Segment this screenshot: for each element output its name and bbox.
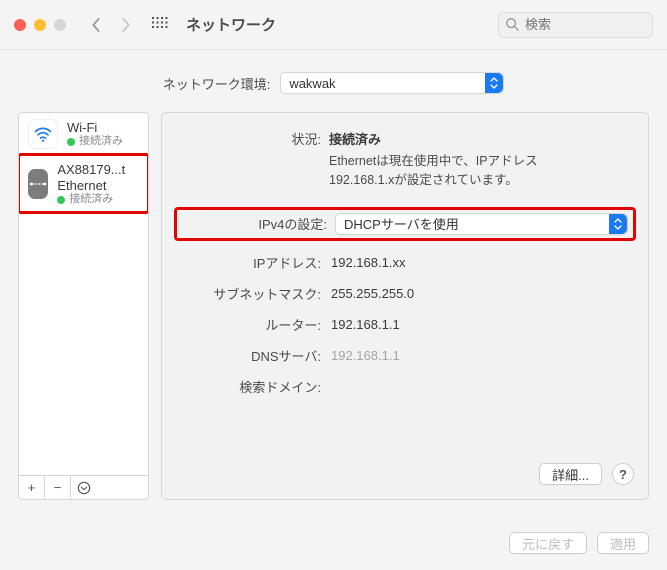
interface-actions-button[interactable]: [71, 476, 97, 499]
row-label: DNSサーバ:: [176, 346, 321, 365]
row-value: 192.168.1.xx: [331, 255, 405, 270]
ethernet-icon: [28, 169, 48, 199]
show-all-button[interactable]: [148, 13, 172, 37]
ipv4-config-value: DHCPサーバを使用: [344, 214, 459, 233]
ipv4-row-highlight: IPv4の設定: DHCPサーバを使用: [176, 209, 634, 239]
sidebar-item-wifi[interactable]: Wi-Fi 接続済み: [19, 113, 148, 155]
remove-interface-button[interactable]: −: [45, 476, 71, 499]
close-window-button[interactable]: [14, 19, 26, 31]
apply-button[interactable]: 適用: [597, 532, 649, 554]
revert-button[interactable]: 元に戻す: [509, 532, 587, 554]
row-search-domain: 検索ドメイン:: [176, 377, 634, 396]
location-label: ネットワーク環境:: [163, 74, 271, 93]
nav-buttons: [84, 13, 138, 37]
minimize-window-button[interactable]: [34, 19, 46, 31]
row-dns: DNSサーバ: 192.168.1.1: [176, 346, 634, 365]
sidebar-item-status: 接続済み: [57, 193, 139, 206]
row-router: ルーター: 192.168.1.1: [176, 315, 634, 334]
main-body: Wi-Fi 接続済み AX88179...t Ethernet: [0, 112, 667, 518]
status-dot-icon: [67, 138, 75, 146]
network-preferences-window: ネットワーク ネットワーク環境: wakwak: [0, 0, 667, 570]
toolbar: ネットワーク: [0, 0, 667, 50]
status-dot-icon: [57, 196, 65, 204]
sidebar-item-status-text: 接続済み: [79, 135, 123, 148]
sidebar-footer: + −: [18, 476, 149, 500]
sidebar-item-meta: AX88179...t Ethernet 接続済み: [57, 162, 139, 206]
chevron-left-icon: [90, 18, 102, 32]
select-arrows-icon: [485, 73, 503, 93]
status-label: 状況:: [176, 129, 321, 191]
chevron-right-icon: [120, 18, 132, 32]
select-arrows-icon: [609, 214, 627, 234]
sidebar-item-name: AX88179...t Ethernet: [57, 162, 139, 193]
sidebar-item-meta: Wi-Fi 接続済み: [67, 120, 123, 149]
back-button[interactable]: [84, 13, 108, 37]
info-rows: IPアドレス: 192.168.1.xx サブネットマスク: 255.255.2…: [176, 253, 634, 396]
status-value: 接続済み: [329, 129, 538, 148]
zoom-window-button: [54, 19, 66, 31]
plus-icon: +: [28, 480, 36, 495]
sidebar-item-status-text: 接続済み: [69, 193, 113, 206]
search-container: [498, 12, 653, 38]
sidebar-item-ethernet[interactable]: AX88179...t Ethernet 接続済み: [19, 155, 148, 212]
detail-card: 状況: 接続済み Ethernetは現在使用中で、IPアドレス 192.168.…: [161, 112, 649, 500]
add-interface-button[interactable]: +: [19, 476, 45, 499]
bottom-bar: 元に戻す 適用: [0, 518, 667, 570]
row-label: サブネットマスク:: [176, 284, 321, 303]
window-controls: [14, 19, 66, 31]
ipv4-label: IPv4の設定:: [182, 214, 327, 233]
row-subnet-mask: サブネットマスク: 255.255.255.0: [176, 284, 634, 303]
status-row: 状況: 接続済み Ethernetは現在使用中で、IPアドレス 192.168.…: [176, 129, 634, 191]
advanced-button[interactable]: 詳細...: [539, 463, 602, 485]
row-label: 検索ドメイン:: [176, 377, 321, 396]
row-value: 192.168.1.1: [331, 348, 400, 363]
location-row: ネットワーク環境: wakwak: [0, 50, 667, 112]
card-actions: 詳細... ?: [176, 463, 634, 485]
location-select[interactable]: wakwak: [280, 72, 504, 94]
row-label: ルーター:: [176, 315, 321, 334]
search-input[interactable]: [498, 12, 653, 38]
minus-icon: −: [54, 480, 62, 495]
row-value: 255.255.255.0: [331, 286, 414, 301]
row-ip-address: IPアドレス: 192.168.1.xx: [176, 253, 634, 272]
status-desc-1: Ethernetは現在使用中で、IPアドレス: [329, 152, 538, 171]
row-label: IPアドレス:: [176, 253, 321, 272]
sidebar: Wi-Fi 接続済み AX88179...t Ethernet: [18, 112, 149, 500]
search-icon: [505, 17, 519, 34]
ipv4-row: IPv4の設定: DHCPサーバを使用: [176, 209, 634, 239]
status-block: 接続済み Ethernetは現在使用中で、IPアドレス 192.168.1.xが…: [329, 129, 538, 191]
wifi-icon: [28, 119, 58, 149]
network-interface-list[interactable]: Wi-Fi 接続済み AX88179...t Ethernet: [18, 112, 149, 476]
window-title: ネットワーク: [186, 14, 276, 35]
help-button[interactable]: ?: [612, 463, 634, 485]
row-value: 192.168.1.1: [331, 317, 400, 332]
dropdown-circle-icon: [77, 481, 91, 495]
grid-icon: [152, 17, 168, 33]
sidebar-item-status: 接続済み: [67, 135, 123, 148]
ipv4-config-select[interactable]: DHCPサーバを使用: [335, 213, 628, 235]
forward-button[interactable]: [114, 13, 138, 37]
main-panel: 状況: 接続済み Ethernetは現在使用中で、IPアドレス 192.168.…: [161, 112, 649, 500]
sidebar-item-name: Wi-Fi: [67, 120, 123, 136]
location-value: wakwak: [289, 76, 335, 91]
status-desc-2: 192.168.1.xが設定されています。: [329, 171, 538, 190]
